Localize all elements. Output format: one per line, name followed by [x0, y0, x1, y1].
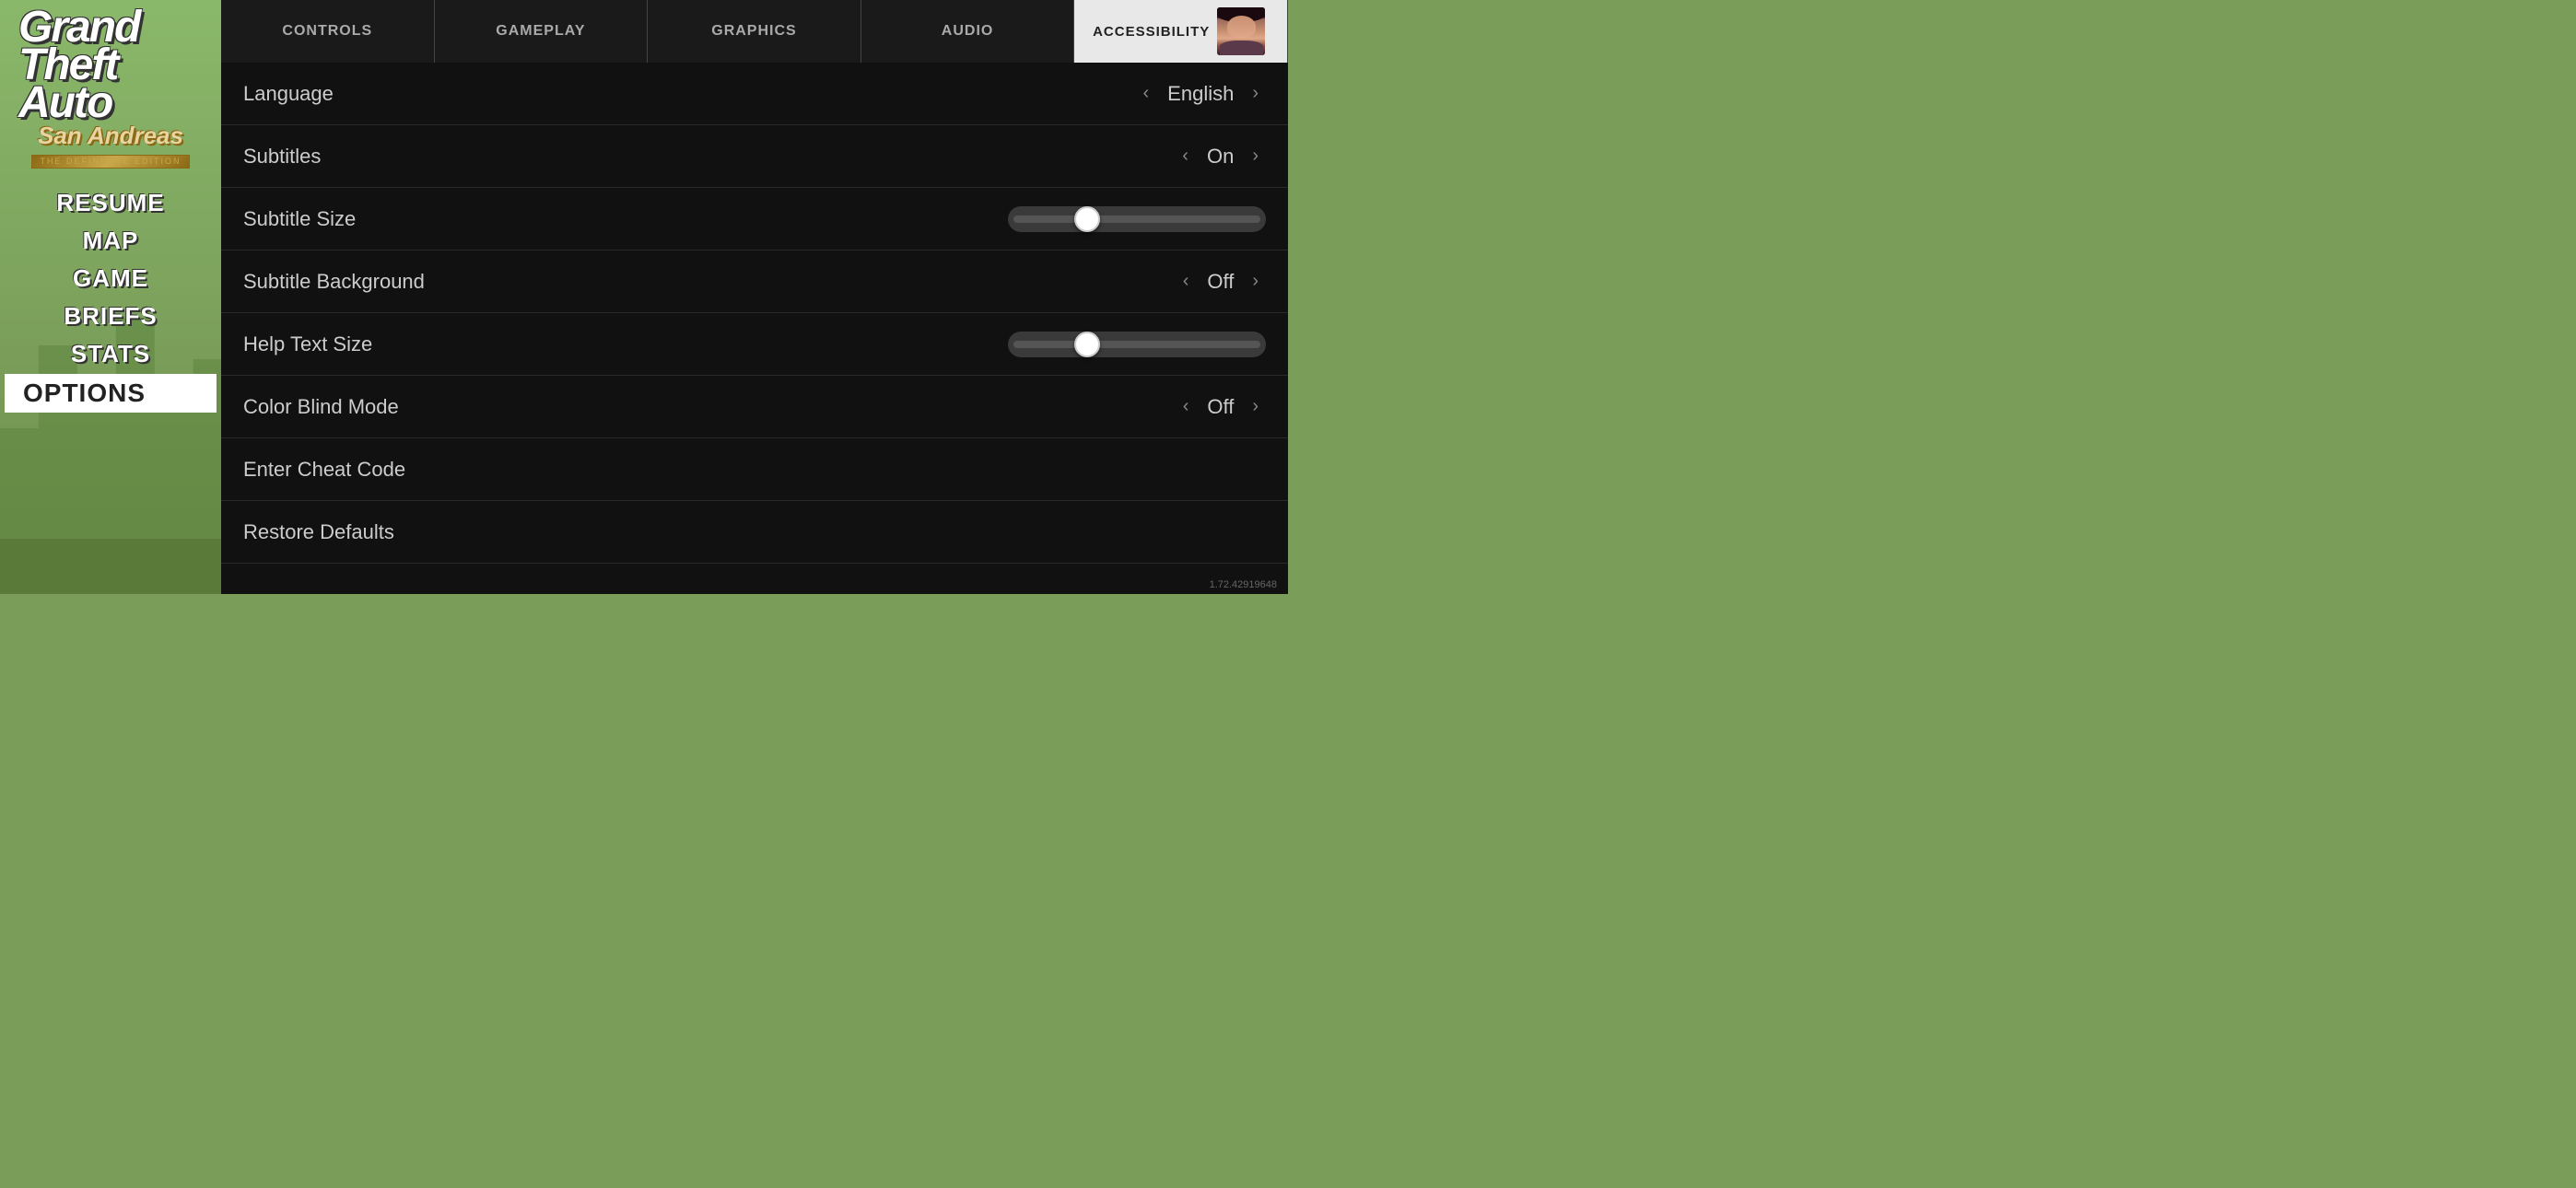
menu-item-stats[interactable]: STATS — [9, 336, 212, 372]
right-panel: CONTROLS GAMEPLAY GRAPHICS AUDIO ACCESSI… — [221, 0, 1288, 594]
settings-list: Language ‹ English › Subtitles ‹ On › Su… — [221, 63, 1288, 564]
subtitle-bg-next-button[interactable]: › — [1245, 267, 1266, 296]
subtitle-background-value: Off — [1207, 270, 1234, 294]
subtitle-background-value-container: ‹ Off › — [1176, 267, 1266, 296]
language-label: Language — [243, 82, 334, 106]
subtitles-value-container: ‹ On › — [1175, 142, 1266, 170]
tab-controls[interactable]: CONTROLS — [221, 0, 435, 63]
subtitle-size-thumb[interactable] — [1074, 206, 1100, 232]
language-value-container: ‹ English › — [1136, 79, 1267, 108]
subtitles-prev-button[interactable]: ‹ — [1175, 142, 1196, 170]
setting-row-subtitle-size[interactable]: Subtitle Size — [221, 188, 1288, 250]
subtitle-size-slider[interactable] — [1008, 206, 1266, 232]
language-prev-button[interactable]: ‹ — [1136, 79, 1157, 108]
help-text-size-slider[interactable] — [1008, 332, 1266, 357]
setting-row-subtitle-background[interactable]: Subtitle Background ‹ Off › — [221, 250, 1288, 313]
color-blind-mode-label: Color Blind Mode — [243, 395, 399, 419]
gta-logo: Grand Theft Auto San Andreas THE DEFINIT… — [9, 9, 212, 169]
setting-row-subtitles[interactable]: Subtitles ‹ On › — [221, 125, 1288, 188]
enter-cheat-code-label: Enter Cheat Code — [243, 458, 405, 482]
restore-defaults-label: Restore Defaults — [243, 520, 394, 544]
logo-container: Grand Theft Auto San Andreas THE DEFINIT… — [9, 9, 212, 169]
edition-label: THE DEFINITIVE EDITION — [31, 155, 189, 169]
menu-item-game[interactable]: GAME — [9, 261, 212, 297]
language-next-button[interactable]: › — [1245, 79, 1266, 108]
color-blind-mode-value: Off — [1207, 395, 1234, 419]
help-text-size-thumb[interactable] — [1074, 332, 1100, 357]
subtitle-background-label: Subtitle Background — [243, 270, 425, 294]
setting-row-language[interactable]: Language ‹ English › — [221, 63, 1288, 125]
subtitle-bg-prev-button[interactable]: ‹ — [1176, 267, 1197, 296]
left-panel: Grand Theft Auto San Andreas THE DEFINIT… — [0, 0, 221, 594]
setting-row-enter-cheat-code[interactable]: Enter Cheat Code — [221, 438, 1288, 501]
setting-row-help-text-size[interactable]: Help Text Size — [221, 313, 1288, 376]
setting-row-restore-defaults[interactable]: Restore Defaults — [221, 501, 1288, 564]
subtitles-label: Subtitles — [243, 145, 321, 169]
color-blind-mode-value-container: ‹ Off › — [1176, 392, 1266, 421]
definitive-edition-badge: THE DEFINITIVE EDITION — [9, 151, 212, 169]
subtitles-next-button[interactable]: › — [1245, 142, 1266, 170]
content-area: Language ‹ English › Subtitles ‹ On › Su… — [221, 63, 1288, 594]
tab-gameplay[interactable]: GAMEPLAY — [435, 0, 649, 63]
menu-items: RESUME MAP GAME BRIEFS STATS OPTIONS — [0, 185, 221, 413]
color-blind-next-button[interactable]: › — [1245, 392, 1266, 421]
player-avatar — [1217, 7, 1265, 55]
menu-item-options[interactable]: OPTIONS — [5, 374, 217, 413]
gta-title: Grand Theft Auto — [9, 9, 212, 122]
subtitles-value: On — [1207, 145, 1234, 169]
menu-item-map[interactable]: MAP — [9, 223, 212, 259]
subtitle-size-label: Subtitle Size — [243, 207, 356, 231]
accessibility-label: ACCESSIBILITY — [1093, 24, 1210, 40]
tab-audio[interactable]: AUDIO — [861, 0, 1075, 63]
options-label: OPTIONS — [23, 379, 146, 407]
menu-item-briefs[interactable]: BRIEFS — [9, 298, 212, 334]
menu-item-resume[interactable]: RESUME — [9, 185, 212, 221]
tabs-container: CONTROLS GAMEPLAY GRAPHICS AUDIO ACCESSI… — [221, 0, 1288, 63]
tab-graphics[interactable]: GRAPHICS — [648, 0, 861, 63]
tab-accessibility[interactable]: ACCESSIBILITY — [1074, 0, 1288, 63]
san-andreas-text: San Andreas — [9, 123, 212, 147]
language-value: English — [1167, 82, 1234, 106]
setting-row-color-blind-mode[interactable]: Color Blind Mode ‹ Off › — [221, 376, 1288, 438]
version-text: 1.72.42919648 — [1210, 579, 1277, 590]
help-text-size-label: Help Text Size — [243, 332, 372, 356]
color-blind-prev-button[interactable]: ‹ — [1176, 392, 1197, 421]
